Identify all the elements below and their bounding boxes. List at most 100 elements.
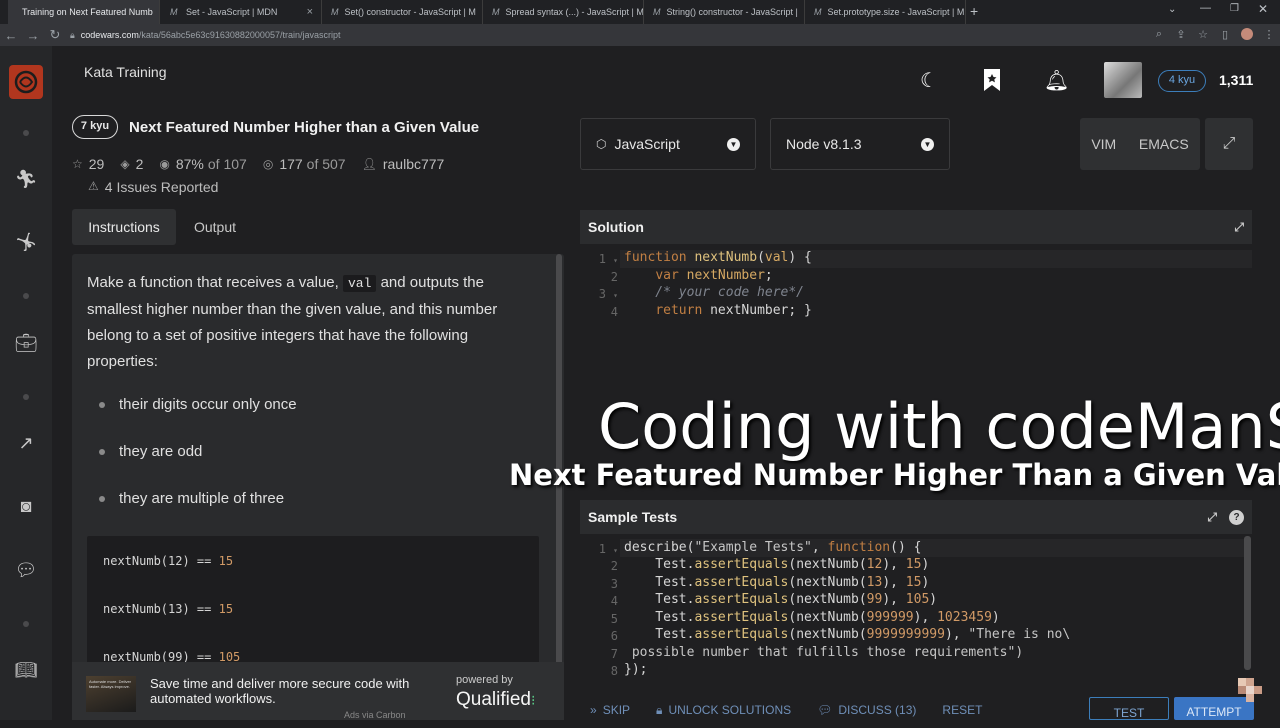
tests-scrollbar[interactable] — [1244, 536, 1251, 670]
editor-mode-group: VIM EMACS — [1080, 118, 1200, 170]
expand-icon: ⤢ — [1222, 135, 1236, 152]
ad-brand: Qualified⁝ — [456, 689, 535, 711]
training-icon[interactable]: 🏃︎ — [14, 167, 38, 191]
kata-title: Next Featured Number Higher than a Given… — [129, 119, 480, 136]
reload-icon[interactable]: ↻ — [44, 27, 66, 43]
user-icon: 👤︎ — [361, 157, 377, 171]
practice-icon[interactable]: 🤸︎ — [14, 230, 38, 254]
sidebar-dot — [23, 394, 29, 400]
mdn-favicon-icon: M — [814, 7, 822, 17]
reset-button[interactable]: RESET — [942, 703, 982, 717]
expand-icon[interactable]: ⤢ — [1234, 220, 1244, 235]
collections-stat[interactable]: ◈ 2 — [120, 156, 143, 172]
ad-image: Automate more. Deliver faster. Always im… — [86, 676, 136, 712]
stars-count: 29 — [88, 156, 105, 172]
version-select[interactable]: Node v8.1.3 ▼ — [770, 118, 950, 170]
close-icon[interactable]: × — [307, 6, 313, 18]
line-number: 4 — [610, 305, 618, 319]
restore-icon[interactable]: ❐ — [1230, 3, 1239, 14]
briefcase-icon[interactable]: 💼︎ — [14, 331, 38, 355]
notifications-bell-icon[interactable]: 🔔︎ — [1044, 68, 1069, 93]
close-window-icon[interactable]: ✕ — [1258, 2, 1268, 16]
honor-count: 1,311 — [1219, 72, 1254, 88]
browser-tab[interactable]: M String() constructor - JavaScript | × — [645, 0, 805, 24]
unlock-solutions-button[interactable]: 🔒︎ UNLOCK SOLUTIONS — [656, 703, 791, 718]
zoom-icon[interactable]: ⌕ — [1148, 28, 1170, 43]
line-number: 1 ▾ — [598, 252, 618, 266]
code-line: Test.assertEquals(nextNumb(13), 15) — [624, 575, 930, 590]
language-select[interactable]: ⬡ JavaScript ▼ — [580, 118, 756, 170]
browser-tab[interactable]: M Set - JavaScript | MDN × — [162, 0, 322, 24]
kata-stats: ☆ 29 ◈ 2 ◉ 87% of 107 ◎ 177 of 507 👤︎ raulbc777 — [72, 156, 444, 172]
list-item-text: they are odd — [119, 443, 203, 460]
target-icon: ◎ — [262, 157, 274, 171]
completed-total: of 507 — [306, 156, 346, 172]
close-icon[interactable]: × — [804, 6, 805, 18]
sidebar: 🏃︎ 🤸︎ 💼︎ ↗ ◙ 💬︎ 📖︎ — [0, 46, 52, 720]
emacs-mode-button[interactable]: EMACS — [1139, 136, 1189, 152]
address-bar: ← → ↻ 🔒︎ codewars.com/kata/56abc5e63c916… — [0, 24, 1280, 46]
carbon-ad[interactable]: Automate more. Deliver faster. Always im… — [72, 662, 564, 720]
ad-via-label[interactable]: Ads via Carbon — [344, 710, 406, 720]
stars-stat[interactable]: ☆ 29 — [72, 156, 104, 172]
mdn-favicon-icon: M — [492, 7, 500, 17]
example-line: nextNumb(12) == 15 — [103, 554, 234, 568]
tab-title: Set - JavaScript | MDN — [186, 7, 278, 17]
menu-icon[interactable]: ⋮ — [1258, 28, 1280, 43]
browser-tab[interactable]: M Set() constructor - JavaScript | M × — [323, 0, 483, 24]
satisfaction-stat: ◉ 87% of 107 — [159, 156, 246, 172]
video-overlay-title: Coding with codeManS — [598, 390, 1280, 463]
sample-tests-editor[interactable]: 1 ▾ describe("Example Tests", function()… — [580, 534, 1252, 694]
sidepanel-icon[interactable]: ▯ — [1214, 28, 1236, 43]
profile-icon[interactable] — [1236, 27, 1258, 43]
issues-label: 4 Issues Reported — [104, 179, 219, 195]
chat-icon[interactable]: 💬︎ — [14, 558, 38, 582]
docs-book-icon[interactable]: 📖︎ — [14, 658, 38, 682]
code-line: possible number that fulfills those requ… — [624, 645, 1024, 660]
bookmark-icon[interactable] — [983, 68, 1001, 92]
browser-tab[interactable]: M Set.prototype.size - JavaScript | M × — [806, 0, 966, 24]
mdn-favicon-icon: M — [653, 7, 661, 17]
browser-tab[interactable]: Training on Next Featured Numb × — [8, 0, 160, 24]
tab-search-icon[interactable]: ⌄ — [1168, 4, 1176, 15]
chevron-down-icon: ▼ — [727, 137, 740, 151]
collections-count: 2 — [135, 156, 144, 172]
back-icon[interactable]: ← — [0, 28, 22, 43]
line-number: 2 — [610, 270, 618, 284]
vim-mode-button[interactable]: VIM — [1091, 136, 1116, 152]
expand-icon[interactable]: ⤢ — [1207, 510, 1217, 525]
issues-link[interactable]: ⚠ 4 Issues Reported — [88, 179, 218, 195]
sample-tests-label: Sample Tests — [588, 509, 678, 525]
discuss-button[interactable]: 💬︎ DISCUSS (13) — [817, 703, 916, 717]
trending-icon[interactable]: ↗ — [14, 431, 38, 455]
codewars-logo-icon[interactable] — [9, 65, 43, 99]
share-icon[interactable]: ⇪ — [1170, 28, 1192, 43]
close-icon[interactable]: × — [482, 6, 483, 18]
star-icon[interactable]: ☆ — [1192, 28, 1214, 43]
discord-icon[interactable]: ◙ — [14, 494, 38, 518]
tab-output[interactable]: Output — [176, 209, 254, 245]
skip-button[interactable]: » SKIP — [590, 703, 630, 717]
line-number: 8 — [610, 664, 618, 678]
new-tab-button[interactable]: + — [970, 3, 978, 19]
list-item: they are odd — [99, 443, 202, 460]
rank-badge: 4 kyu — [1158, 70, 1206, 92]
help-icon[interactable]: ? — [1229, 509, 1244, 525]
avatar[interactable] — [1104, 62, 1142, 98]
language-value: JavaScript — [614, 136, 680, 152]
ad-text[interactable]: Save time and deliver more secure code w… — [150, 676, 440, 706]
url-field[interactable]: 🔒︎ codewars.com/kata/56abc5e63c916308820… — [70, 30, 340, 41]
satisfaction-total: of 107 — [207, 156, 247, 172]
tab-instructions[interactable]: Instructions — [72, 209, 176, 245]
dark-mode-moon-icon[interactable]: ☾ — [920, 68, 938, 93]
browser-tab[interactable]: M Spread syntax (...) - JavaScript | M × — [484, 0, 644, 24]
code-line: return nextNumber; } — [655, 303, 812, 318]
test-button[interactable]: TEST — [1089, 697, 1169, 720]
author-stat[interactable]: 👤︎ raulbc777 — [362, 156, 445, 172]
minimize-icon[interactable]: — — [1200, 2, 1211, 14]
code-line: Test.assertEquals(nextNumb(12), 15) — [624, 557, 930, 572]
forward-icon[interactable]: → — [22, 28, 44, 43]
list-item-text: their digits occur only once — [119, 396, 297, 413]
close-icon[interactable]: × — [159, 6, 160, 18]
fullscreen-button[interactable]: ⤢ — [1205, 118, 1253, 170]
